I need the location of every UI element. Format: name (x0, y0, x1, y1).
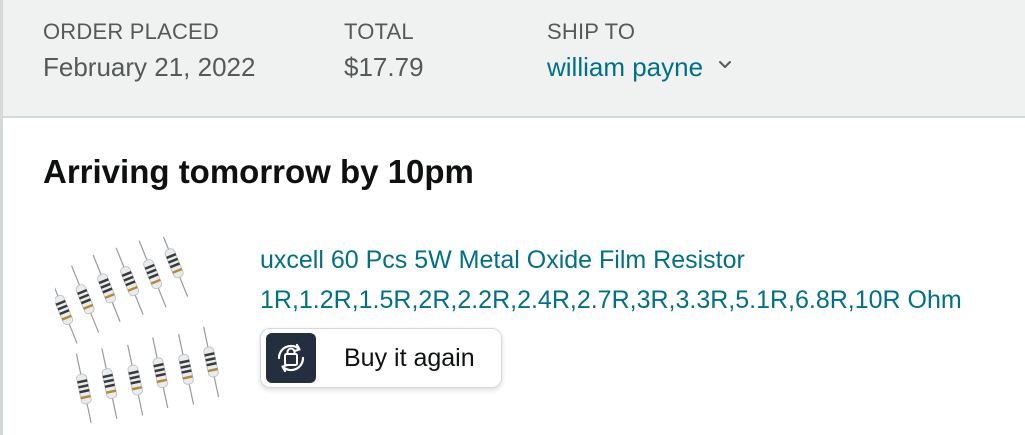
ship-to-column: SHIP TO william payne (547, 18, 733, 84)
buy-it-again-label[interactable]: Buy it again (344, 344, 475, 373)
total-label: TOTAL (344, 19, 414, 44)
order-placed-column: ORDER PLACED February 21, 2022 (43, 18, 255, 84)
ship-to-name[interactable]: william payne (547, 50, 703, 84)
buy-it-again-button[interactable]: Buy it again (260, 328, 502, 388)
product-title-link[interactable]: uxcell 60 Pcs 5W Metal Oxide Film Resist… (260, 240, 1025, 320)
order-header: ORDER PLACED February 21, 2022 TOTAL $17… (3, 0, 1025, 118)
ship-to-recipient-popover[interactable]: william payne (547, 50, 733, 84)
order-placed-date: February 21, 2022 (43, 52, 256, 82)
delivery-status-heading: Arriving tomorrow by 10pm (43, 153, 474, 190)
order-placed-label: ORDER PLACED (43, 19, 219, 44)
product-image[interactable] (55, 237, 235, 423)
ship-to-label: SHIP TO (547, 19, 636, 44)
chevron-down-icon[interactable] (717, 57, 733, 73)
total-column: TOTAL $17.79 (344, 18, 424, 84)
order-card: ORDER PLACED February 21, 2022 TOTAL $17… (0, 0, 1025, 435)
order-total: $17.79 (344, 52, 424, 82)
buy-again-icon[interactable] (266, 333, 316, 383)
